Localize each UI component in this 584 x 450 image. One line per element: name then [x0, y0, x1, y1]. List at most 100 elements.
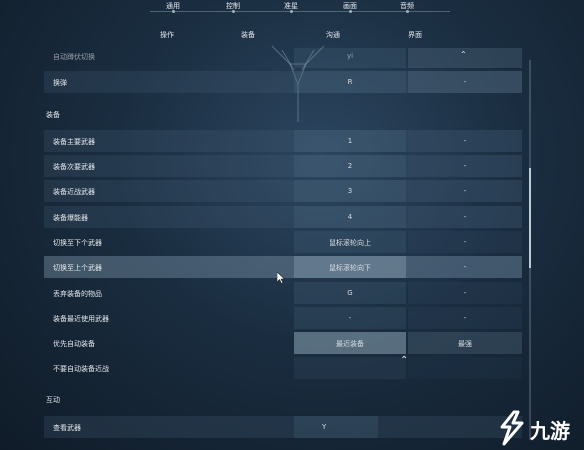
binding-value: - [463, 162, 467, 170]
binding-value: 4 [347, 213, 353, 221]
binding-value: 2 [347, 162, 353, 170]
binding-value: - [463, 78, 467, 86]
tab-label: 控制 [226, 2, 240, 10]
binding-secondary[interactable]: ⌃ [408, 48, 522, 68]
tab-dot [172, 10, 175, 13]
binding-value: - [348, 314, 352, 322]
binding-value: - [463, 314, 467, 322]
tab-label: 准星 [284, 2, 298, 10]
subtab-communication[interactable]: 沟通 [326, 30, 340, 40]
option-strongest[interactable]: 最强 [408, 332, 522, 354]
binding-primary[interactable]: 1 [294, 130, 406, 152]
binding-value: - [463, 238, 467, 246]
binding-secondary[interactable]: - [408, 155, 522, 177]
row-label: 装备近战武器 [53, 188, 95, 196]
row-label: 丢弃装备的物品 [53, 290, 102, 298]
binding-secondary[interactable]: - [408, 282, 522, 304]
binding-value: 3 [347, 187, 353, 195]
binding-primary[interactable]: 鼠标滚轮向上 [294, 231, 406, 253]
tab-audio[interactable]: 音频 [400, 1, 414, 13]
row-label: 装备主要武器 [53, 138, 95, 146]
binding-value: Y [322, 423, 327, 431]
binding-secondary[interactable]: - [408, 180, 522, 202]
tab-label: 通用 [166, 2, 180, 10]
binding-value: - [463, 213, 467, 221]
binding-value: - [463, 137, 467, 145]
settings-row[interactable]: 丢弃装备的物品 G - [44, 282, 522, 304]
tab-controls[interactable]: 控制 [226, 1, 240, 13]
binding-primary[interactable]: - [294, 307, 406, 329]
binding-value: - [463, 187, 467, 195]
binding-primary[interactable]: 3 [294, 180, 406, 202]
settings-row[interactable]: 装备近战武器 3 - [44, 180, 522, 202]
row-label: 换弹 [53, 79, 67, 87]
binding-primary[interactable]: yi [294, 48, 406, 68]
row-label: 切换至上个武器 [53, 264, 102, 272]
row-label: 自动蹲伏切换 [53, 53, 95, 61]
binding-value: 1 [347, 137, 353, 145]
binding-primary[interactable]: R [294, 71, 406, 93]
tab-dot [406, 10, 409, 13]
watermark-text: 九游 [530, 419, 570, 443]
cursor-arrow-icon [277, 272, 285, 284]
row-label: 装备次要武器 [53, 163, 95, 171]
settings-row[interactable]: 装备爆能器 4 - [44, 206, 522, 228]
row-label: 装备最近使用武器 [53, 315, 109, 323]
section-title-interact: 互动 [46, 396, 60, 404]
row-label: 优先自动装备 [53, 340, 95, 348]
top-tab-bar: 通用 控制 准星 画面 音频 [0, 0, 584, 14]
toggle-secondary[interactable] [408, 357, 522, 379]
tab-label: 音频 [400, 2, 414, 10]
option-recent-equip[interactable]: 最近装备 [294, 332, 406, 354]
binding-value: R [347, 78, 353, 86]
binding-value: yi [346, 52, 354, 60]
settings-row[interactable]: 不要自动装备近战 ⌃ [44, 355, 522, 379]
option-label: 最近装备 [336, 340, 364, 348]
binding-primary[interactable]: G [294, 282, 406, 304]
watermark-logo-icon [500, 410, 524, 446]
binding-value: - [463, 289, 467, 297]
binding-primary[interactable]: 2 [294, 155, 406, 177]
tab-dot [349, 10, 352, 13]
tab-label: 画面 [343, 2, 357, 10]
section-title-equipment: 装备 [46, 111, 60, 119]
binding-primary[interactable]: Y [294, 416, 378, 438]
binding-primary[interactable]: 鼠标滚轮向下 [294, 256, 406, 278]
scrollbar-thumb[interactable] [529, 168, 531, 268]
binding-value: - [463, 263, 467, 271]
tab-graphics[interactable]: 画面 [343, 1, 357, 13]
row-label: 不要自动装备近战 [53, 365, 109, 373]
binding-secondary[interactable]: - [408, 71, 522, 93]
option-label: 最强 [458, 340, 472, 348]
settings-row[interactable]: 装备最近使用武器 - - [44, 307, 522, 329]
tab-crosshair[interactable]: 准星 [284, 1, 298, 13]
settings-row[interactable]: 自动蹲伏切换 yi ⌃ [44, 48, 522, 68]
subtab-interface[interactable]: 界面 [408, 30, 422, 40]
settings-row[interactable]: 查看武器 Y [44, 416, 522, 438]
binding-secondary[interactable]: - [408, 130, 522, 152]
settings-row[interactable]: 装备次要武器 2 - [44, 155, 522, 177]
top-tab-rule [150, 11, 450, 12]
binding-primary[interactable]: 4 [294, 206, 406, 228]
subtab-actions[interactable]: 操作 [160, 30, 174, 40]
settings-row-reload[interactable]: 换弹 R - [44, 71, 522, 93]
binding-secondary[interactable]: - [408, 206, 522, 228]
row-label: 切换至下个武器 [53, 239, 102, 247]
binding-value: 鼠标滚轮向下 [329, 264, 371, 272]
toggle-primary[interactable]: ⌃ [294, 355, 408, 379]
settings-row-auto-equip[interactable]: 优先自动装备 最近装备 最强 [44, 332, 522, 354]
tab-dot [290, 10, 293, 13]
binding-secondary[interactable]: - [408, 256, 522, 278]
binding-secondary[interactable]: - [408, 307, 522, 329]
row-label: 装备爆能器 [53, 214, 88, 222]
settings-row[interactable]: 装备主要武器 1 - [44, 130, 522, 152]
tab-dot [232, 10, 235, 13]
chevron-up-icon: ⌃ [460, 50, 467, 59]
subtab-equipment[interactable]: 装备 [241, 30, 255, 40]
binding-value: 鼠标滚轮向上 [329, 239, 371, 247]
tab-general[interactable]: 通用 [166, 1, 180, 13]
watermark: 九游 [488, 405, 584, 450]
binding-value: G [347, 289, 353, 297]
settings-row[interactable]: 切换至下个武器 鼠标滚轮向上 - [44, 231, 522, 253]
binding-secondary[interactable]: - [408, 231, 522, 253]
